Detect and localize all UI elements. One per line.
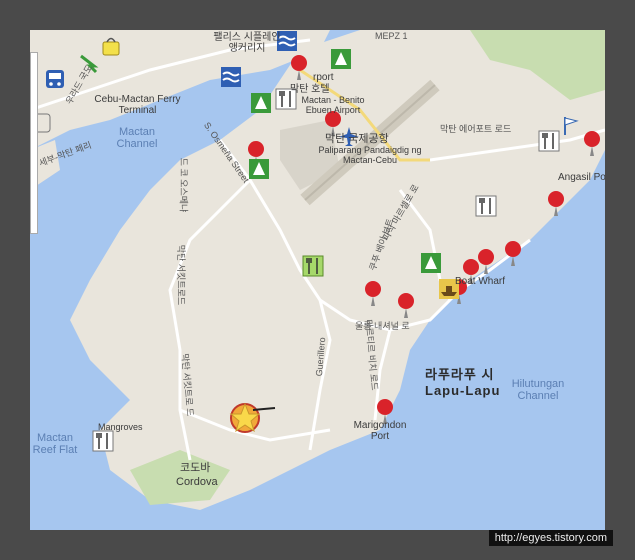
pin-marker[interactable]	[545, 190, 567, 216]
photo-frame: 팰리스 시플레인 앵커리지 rport 막탄 호텔 Mactan - Benit…	[0, 0, 635, 560]
airport-road-label: 막탄 에어포트 로드	[440, 124, 512, 134]
zoom-slider[interactable]	[30, 52, 38, 234]
airport-local-label: Paliparang Pandaigdig ng Mactan-Cebu	[318, 145, 422, 165]
lapulapu-korean-label: 라푸라푸 시	[425, 367, 495, 382]
pin-marker[interactable]	[502, 240, 524, 266]
pin-marker[interactable]	[288, 54, 310, 80]
restaurant-icon[interactable]	[302, 255, 324, 277]
mactan-channel-label: Mactan Channel	[116, 126, 158, 151]
cordova-label: Cordova	[176, 476, 218, 488]
pin-marker[interactable]	[581, 130, 603, 156]
water-wave-icon[interactable]	[220, 66, 242, 88]
hilutungan-channel-label: Hilutungan Channel	[511, 378, 565, 403]
reef-flat-label: Mactan Reef Flat	[32, 432, 78, 457]
road-label-1: 드 코 오스메냐	[178, 157, 189, 213]
palace-seaplane-label: 팰리스 시플레인 앵커리지	[213, 32, 281, 54]
hotel-icon[interactable]	[250, 92, 272, 114]
cordova-korean-label: 코도바	[180, 462, 211, 474]
boat-wharf-label: Boat Wharf	[455, 276, 506, 287]
hotel-icon[interactable]	[248, 158, 270, 180]
airport-korean-label: 막탄 국제공항	[325, 133, 389, 145]
ferry-terminal-label: Cebu-Mactan Ferry Terminal	[94, 94, 181, 116]
airport-top-label: rport	[313, 72, 334, 83]
restaurant-icon[interactable]	[538, 130, 560, 152]
pin-marker[interactable]	[362, 280, 384, 306]
hotel-icon[interactable]	[330, 48, 352, 70]
hotel-icon[interactable]	[420, 252, 442, 274]
bus-icon[interactable]	[44, 68, 66, 90]
restaurant-icon[interactable]	[475, 195, 497, 217]
restaurant-icon[interactable]	[92, 430, 114, 452]
marigondon-port-label: Marigondon Port	[353, 420, 407, 442]
flag-icon[interactable]	[560, 115, 582, 137]
mangroves-label: Mangroves	[98, 422, 143, 432]
lapulapu-label: Lapu-Lapu	[425, 383, 501, 398]
angasil-label: Angasil Po	[558, 172, 605, 183]
shopping-bag-icon[interactable]	[100, 35, 122, 57]
airport-name-label: Mactan - Benito Ebuen Airport	[301, 95, 365, 115]
hotel-label: 막탄 호텔	[290, 84, 330, 95]
road-label-2: 막탄 서킷트로드	[176, 244, 187, 306]
watermark-url: http://egyes.tistory.com	[488, 530, 613, 546]
map-view[interactable]: 팰리스 시플레인 앵커리지 rport 막탄 호텔 Mactan - Benit…	[30, 30, 605, 530]
pin-marker[interactable]	[395, 292, 417, 318]
mepz-label: MEPZ 1	[375, 31, 408, 41]
